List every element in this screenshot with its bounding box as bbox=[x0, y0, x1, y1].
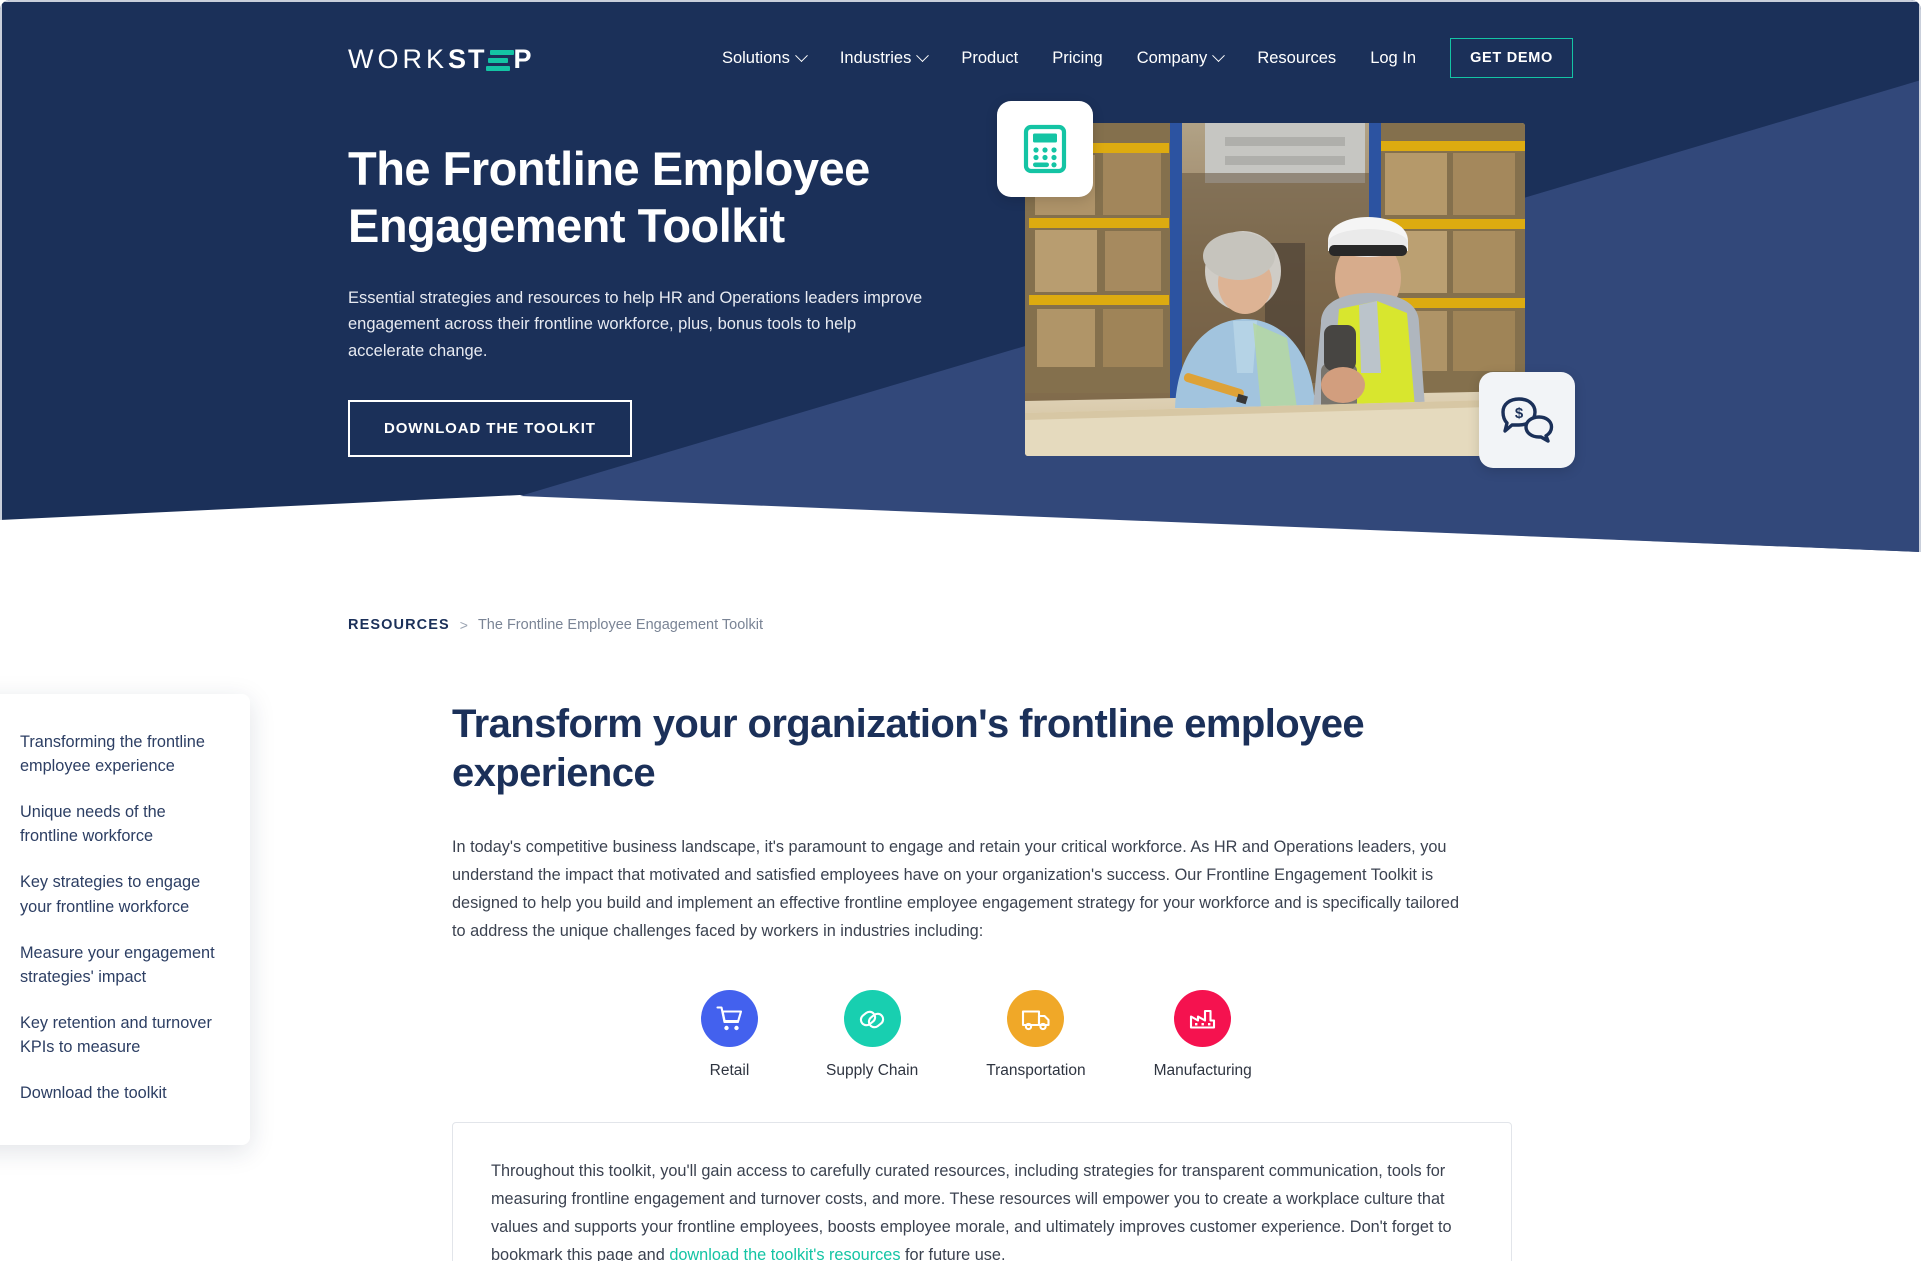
nav-label-pricing: Pricing bbox=[1052, 48, 1103, 67]
nav-label-solutions: Solutions bbox=[721, 48, 790, 67]
hero-content: The Frontline Employee Engagement Toolki… bbox=[348, 140, 968, 457]
transportation-icon-circle bbox=[1007, 990, 1065, 1048]
money-chat-icon: $ bbox=[1501, 397, 1554, 443]
nav-label-login: Log In bbox=[1370, 48, 1417, 67]
hero-title-line2: Engagement Toolkit bbox=[348, 199, 785, 253]
toolkit-callout-box: Throughout this toolkit, you'll gain acc… bbox=[452, 1122, 1512, 1261]
chevron-down-icon bbox=[1212, 48, 1226, 62]
logo-text-p: P bbox=[513, 44, 534, 74]
industry-item-manufacturing[interactable]: Manufacturing bbox=[1154, 990, 1252, 1080]
svg-text:$: $ bbox=[1515, 405, 1524, 422]
download-toolkit-button[interactable]: DOWNLOAD THE TOOLKIT bbox=[348, 399, 632, 457]
main-content: Transform your organization's frontline … bbox=[452, 700, 1512, 1261]
sidebar-item-download-toolkit[interactable]: Download the toolkit bbox=[0, 1081, 250, 1105]
breadcrumb-current-page: The Frontline Employee Engagement Toolki… bbox=[477, 617, 763, 633]
nav-item-resources[interactable]: Resources bbox=[1240, 39, 1353, 78]
sidebar-item-transforming-experience[interactable]: Transforming the frontline employee expe… bbox=[0, 730, 250, 778]
sidebar-item-key-strategies[interactable]: Key strategies to engage your frontline … bbox=[0, 870, 250, 918]
nav-item-product[interactable]: Product bbox=[944, 39, 1035, 78]
warehouse-workers-photo bbox=[1025, 123, 1525, 456]
supply-chain-icon-circle bbox=[843, 990, 901, 1048]
table-of-contents-sidebar: Transforming the frontline employee expe… bbox=[0, 694, 250, 1146]
breadcrumb-separator-icon: > bbox=[459, 617, 468, 633]
logo-stepped-e-icon bbox=[485, 50, 514, 72]
download-resources-link[interactable]: download the toolkit's resources bbox=[669, 1246, 900, 1261]
workstep-logo[interactable]: WORK ST P bbox=[348, 44, 534, 75]
nav-item-company[interactable]: Company bbox=[1120, 39, 1241, 78]
industry-label-transportation: Transportation bbox=[986, 1062, 1086, 1080]
sidebar-item-retention-kpis[interactable]: Key retention and turnover KPIs to measu… bbox=[0, 1011, 250, 1059]
sidebar-item-unique-needs[interactable]: Unique needs of the frontline workforce bbox=[0, 800, 250, 848]
calculator-icon bbox=[1023, 124, 1067, 174]
logo-text-work: WORK bbox=[348, 44, 448, 74]
logo-text-st: ST bbox=[448, 44, 487, 74]
nav-item-pricing[interactable]: Pricing bbox=[1035, 39, 1119, 78]
get-demo-button[interactable]: GET DEMO bbox=[1450, 38, 1573, 78]
breadcrumb: RESOURCES > The Frontline Employee Engag… bbox=[348, 617, 763, 633]
nav-item-login[interactable]: Log In bbox=[1353, 39, 1433, 78]
nav-links: Solutions Industries Product Pricing Com… bbox=[705, 38, 1573, 78]
manufacturing-icon-circle bbox=[1174, 990, 1232, 1048]
industry-label-retail: Retail bbox=[709, 1062, 750, 1080]
delivery-truck-icon bbox=[1021, 1010, 1050, 1031]
page-top-border bbox=[0, 0, 1921, 2]
chain-link-icon bbox=[859, 1010, 885, 1029]
sidebar-item-measure-impact[interactable]: Measure your engagement strategies' impa… bbox=[0, 941, 250, 989]
money-chat-badge: $ bbox=[1479, 372, 1575, 468]
chevron-down-icon bbox=[916, 48, 930, 62]
nav-item-solutions[interactable]: Solutions bbox=[705, 39, 823, 78]
callout-paragraph: Throughout this toolkit, you'll gain acc… bbox=[491, 1157, 1473, 1261]
hero-title-line1: The Frontline Employee bbox=[348, 142, 870, 195]
calculator-badge bbox=[997, 101, 1093, 197]
nav-label-product: Product bbox=[961, 48, 1019, 67]
nav-label-industries: Industries bbox=[839, 48, 912, 67]
shopping-cart-icon bbox=[715, 1006, 742, 1031]
page-root: WORK ST P Solutions Industries Product Pri… bbox=[0, 0, 1921, 1261]
factory-icon bbox=[1189, 1009, 1215, 1029]
hero-photograph bbox=[1025, 123, 1525, 456]
breadcrumb-root-link[interactable]: RESOURCES bbox=[348, 617, 450, 633]
industry-item-retail[interactable]: Retail bbox=[701, 990, 758, 1080]
nav-item-industries[interactable]: Industries bbox=[823, 39, 945, 78]
hero-media: $ bbox=[997, 101, 1575, 468]
callout-text-after-link: for future use. bbox=[900, 1246, 1006, 1261]
chevron-down-icon bbox=[794, 48, 808, 62]
industry-item-supply-chain[interactable]: Supply Chain bbox=[826, 990, 918, 1080]
hero-subtitle: Essential strategies and resources to he… bbox=[348, 288, 923, 361]
intro-paragraph: In today's competitive business landscap… bbox=[452, 838, 1459, 941]
industry-item-transportation[interactable]: Transportation bbox=[986, 990, 1086, 1080]
retail-icon-circle bbox=[701, 990, 758, 1048]
hero-title: The Frontline Employee Engagement Toolki… bbox=[348, 140, 968, 255]
page-title: Transform your organization's frontline … bbox=[452, 702, 1365, 796]
nav-label-company: Company bbox=[1136, 48, 1208, 67]
top-navigation-bar: WORK ST P Solutions Industries Product Pri… bbox=[0, 30, 1921, 85]
industry-label-manufacturing: Manufacturing bbox=[1153, 1062, 1252, 1080]
nav-label-resources: Resources bbox=[1257, 48, 1337, 67]
industries-icon-row: Retail Supply Chain Transportation Manuf… bbox=[452, 990, 1487, 1080]
industry-label-supply-chain: Supply Chain bbox=[826, 1062, 919, 1080]
